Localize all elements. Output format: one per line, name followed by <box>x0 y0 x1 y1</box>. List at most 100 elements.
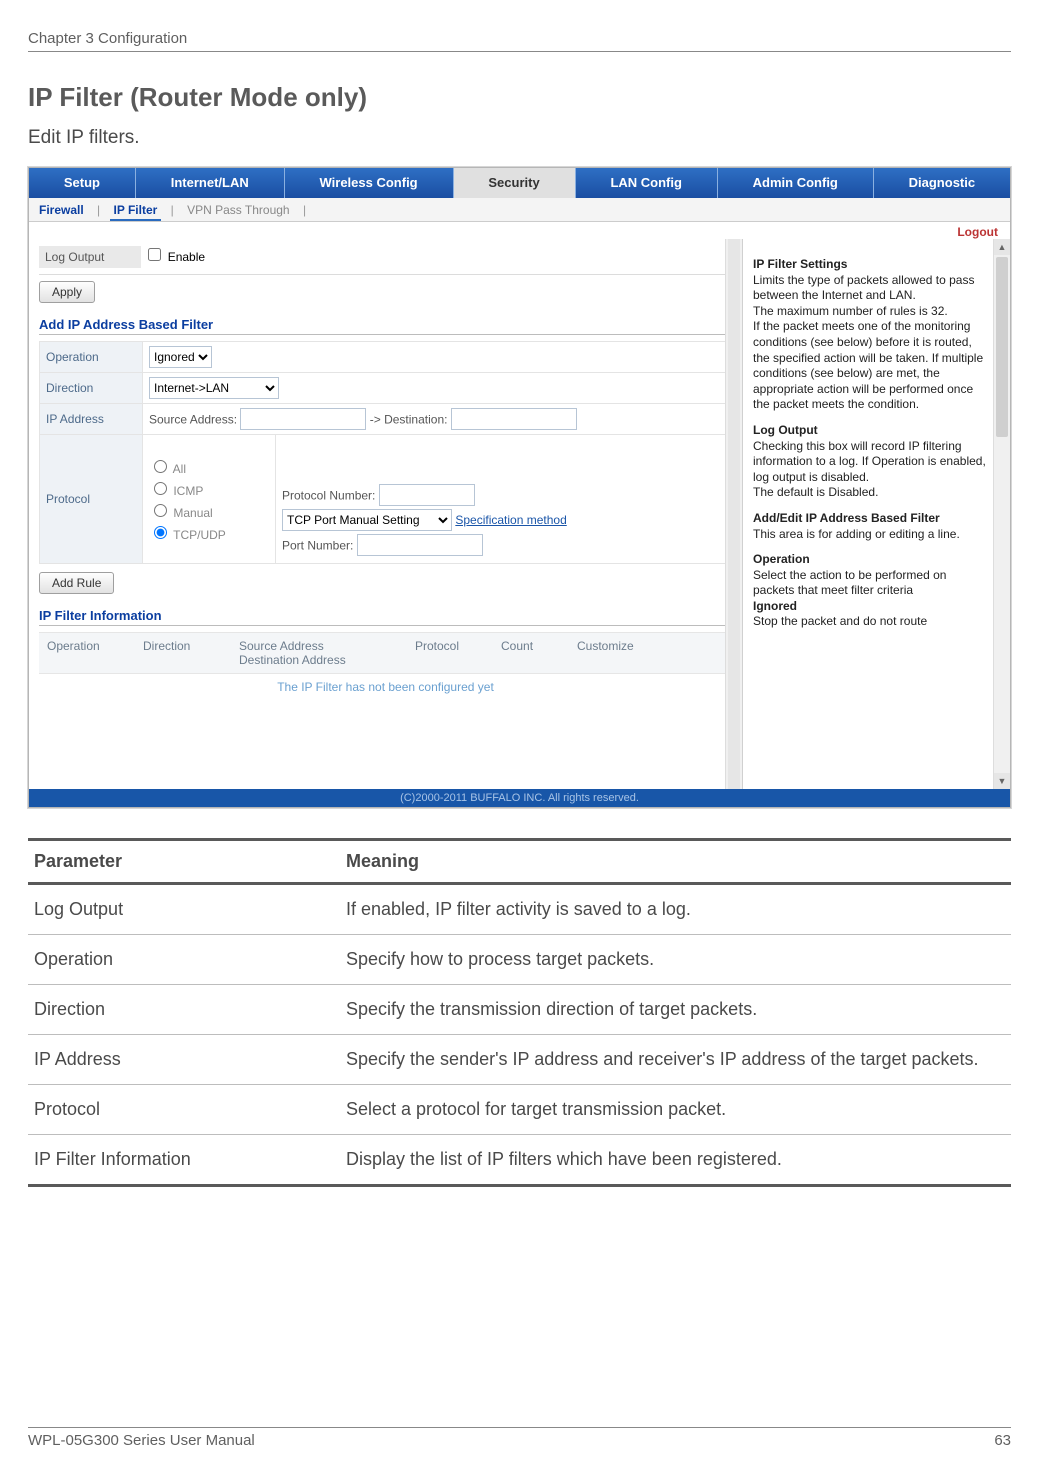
port-number-label: Port Number: <box>282 539 353 553</box>
help-text: Stop the packet and do not route <box>753 614 988 630</box>
col-direction: Direction <box>135 633 231 673</box>
add-filter-form: Operation Ignored Direction Internet->LA… <box>39 341 732 564</box>
help-text: Ignored <box>753 599 988 615</box>
footer-left: WPL-05G300 Series User Manual <box>28 1432 255 1449</box>
tab-setup[interactable]: Setup <box>29 168 136 198</box>
table-row: Operation Specify how to process target … <box>28 935 1011 985</box>
subtab-vpn-pass-through[interactable]: VPN Pass Through <box>183 201 294 219</box>
source-address-label: Source Address: <box>149 413 237 427</box>
specification-method-link[interactable]: Specification method <box>455 513 566 527</box>
table-row: IP Filter Information Display the list o… <box>28 1135 1011 1186</box>
help-text: This area is for adding or editing a lin… <box>753 527 988 543</box>
operation-select[interactable]: Ignored <box>149 346 212 368</box>
table-row: IP Address Specify the sender's IP addre… <box>28 1035 1011 1085</box>
direction-select[interactable]: Internet->LAN <box>149 377 279 399</box>
param-header-meaning: Meaning <box>340 840 1011 884</box>
main-tab-bar: Setup Internet/LAN Wireless Config Secur… <box>29 168 1010 198</box>
left-scrollbar[interactable] <box>725 239 742 789</box>
subtab-divider: | <box>93 201 104 219</box>
col-protocol: Protocol <box>407 633 493 673</box>
param-header-parameter: Parameter <box>28 840 340 884</box>
port-number-input[interactable] <box>357 534 483 556</box>
tab-lan-config[interactable]: LAN Config <box>576 168 718 198</box>
col-operation: Operation <box>39 633 135 673</box>
col-count: Count <box>493 633 569 673</box>
logout-link[interactable]: Logout <box>957 225 998 239</box>
tab-security[interactable]: Security <box>454 168 576 198</box>
protocol-number-label: Protocol Number: <box>282 489 375 503</box>
source-address-input[interactable] <box>240 408 366 430</box>
config-panel: Log Output Enable Apply Add IP Address B… <box>29 239 742 789</box>
footer-page-number: 63 <box>994 1432 1011 1449</box>
scroll-up-icon[interactable]: ▲ <box>994 239 1010 255</box>
protocol-icmp-radio[interactable] <box>154 482 167 495</box>
help-text: The maximum number of rules is 32. <box>753 304 988 320</box>
ip-filter-empty-message: The IP Filter has not been configured ye… <box>39 674 732 704</box>
param-meaning: If enabled, IP filter activity is saved … <box>340 884 1011 935</box>
param-name: IP Filter Information <box>28 1135 340 1186</box>
table-row: Log Output If enabled, IP filter activit… <box>28 884 1011 935</box>
col-customize: Customize <box>569 633 665 673</box>
protocol-number-input[interactable] <box>379 484 475 506</box>
add-filter-heading: Add IP Address Based Filter <box>39 317 732 335</box>
sub-tab-bar: Firewall | IP Filter | VPN Pass Through … <box>29 198 1010 222</box>
protocol-manual-radio[interactable] <box>154 504 167 517</box>
protocol-manual-label: Manual <box>173 506 212 520</box>
help-text: Limits the type of packets allowed to pa… <box>753 273 988 304</box>
enable-label: Enable <box>168 250 205 264</box>
help-heading-log-output: Log Output <box>753 423 988 439</box>
help-text: Checking this box will record IP filteri… <box>753 439 988 486</box>
page-title: IP Filter (Router Mode only) <box>28 82 1011 113</box>
ip-address-label: IP Address <box>40 404 143 435</box>
ip-filter-info-heading: IP Filter Information <box>39 608 732 626</box>
intro-text: Edit IP filters. <box>28 127 1011 149</box>
ip-filter-info-header-row: Operation Direction Source Address Desti… <box>39 632 732 674</box>
subtab-divider: | <box>299 201 310 219</box>
subtab-ip-filter[interactable]: IP Filter <box>110 201 162 221</box>
param-name: Protocol <box>28 1085 340 1135</box>
tab-admin-config[interactable]: Admin Config <box>718 168 874 198</box>
protocol-all-radio[interactable] <box>154 460 167 473</box>
chapter-header: Chapter 3 Configuration <box>28 30 1011 52</box>
col-addresses: Source Address Destination Address <box>231 633 407 673</box>
param-meaning: Display the list of IP filters which hav… <box>340 1135 1011 1186</box>
tab-diagnostic[interactable]: Diagnostic <box>874 168 1010 198</box>
param-meaning: Specify the sender's IP address and rece… <box>340 1035 1011 1085</box>
help-text: Select the action to be performed on pac… <box>753 568 988 599</box>
subtab-firewall[interactable]: Firewall <box>35 201 88 219</box>
right-scrollbar[interactable]: ▲ ▼ <box>993 239 1010 789</box>
protocol-all-label: All <box>173 462 186 476</box>
param-name: Operation <box>28 935 340 985</box>
log-output-label: Log Output <box>39 246 141 268</box>
table-row: Protocol Select a protocol for target tr… <box>28 1085 1011 1135</box>
scroll-thumb[interactable] <box>996 257 1008 437</box>
protocol-tcpudp-radio[interactable] <box>154 526 167 539</box>
help-text: The default is Disabled. <box>753 485 988 501</box>
param-meaning: Select a protocol for target transmissio… <box>340 1085 1011 1135</box>
param-name: Direction <box>28 985 340 1035</box>
destination-address-input[interactable] <box>451 408 577 430</box>
apply-button[interactable]: Apply <box>39 281 95 303</box>
tcp-port-setting-select[interactable]: TCP Port Manual Setting <box>282 509 452 531</box>
param-name: IP Address <box>28 1035 340 1085</box>
help-heading-add-edit: Add/Edit IP Address Based Filter <box>753 511 988 527</box>
help-heading-operation: Operation <box>753 552 988 568</box>
add-rule-button[interactable]: Add Rule <box>39 572 114 594</box>
operation-label: Operation <box>40 342 143 373</box>
help-text: If the packet meets one of the monitorin… <box>753 319 988 413</box>
tab-wireless-config[interactable]: Wireless Config <box>285 168 454 198</box>
param-meaning: Specify how to process target packets. <box>340 935 1011 985</box>
parameter-table: Parameter Meaning Log Output If enabled,… <box>28 838 1011 1187</box>
table-row: Direction Specify the transmission direc… <box>28 985 1011 1035</box>
protocol-icmp-label: ICMP <box>173 484 203 498</box>
protocol-tcpudp-label: TCP/UDP <box>173 528 226 542</box>
destination-label: -> Destination: <box>370 413 448 427</box>
tab-internet-lan[interactable]: Internet/LAN <box>136 168 285 198</box>
log-output-enable-checkbox[interactable] <box>148 248 161 261</box>
scroll-down-icon[interactable]: ▼ <box>994 773 1010 789</box>
copyright-bar: (C)2000-2011 BUFFALO INC. All rights res… <box>29 789 1010 807</box>
page-footer: WPL-05G300 Series User Manual 63 <box>28 1427 1011 1449</box>
router-ui-screenshot: Setup Internet/LAN Wireless Config Secur… <box>28 167 1011 808</box>
direction-label: Direction <box>40 373 143 404</box>
help-panel: IP Filter Settings Limits the type of pa… <box>742 239 1010 789</box>
